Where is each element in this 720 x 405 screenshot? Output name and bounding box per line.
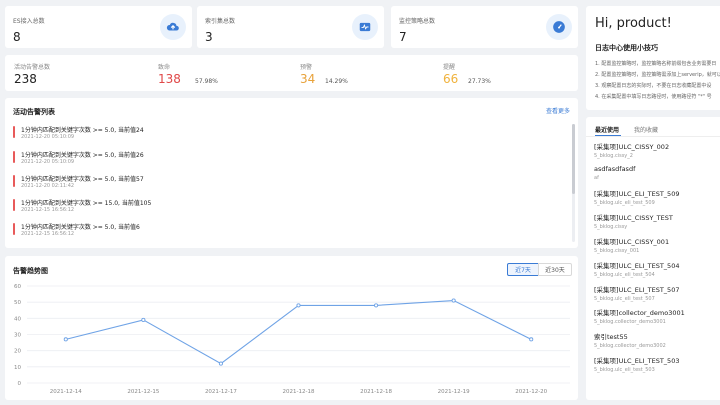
warn-label: 预警 (300, 64, 313, 71)
alarm-item[interactable]: 1分钟内匹配到关键字次数 >= 5.0, 当前值24 2021-12-20 05… (13, 125, 573, 145)
data-point (374, 303, 379, 308)
tip-line: 4. 在采集配置中填写日志路径时，使用路径符 "*" 号 (595, 94, 712, 100)
list-item[interactable]: [采集项]ULC_CISSY_TEST 5_bklog.cissy (594, 212, 673, 230)
alarm-time: 2021-12-20 02:11:42 (21, 183, 75, 189)
alarm-time: 2021-12-15 16:56:12 (21, 231, 75, 237)
list-item[interactable]: [采集项]ULC_CISSY_002 5_bklog.cissy_2 (594, 141, 669, 159)
remind-percent: 27.73% (468, 78, 491, 85)
stat-value: 3 (205, 30, 213, 44)
y-tick-label: 0 (18, 381, 22, 387)
y-tick-label: 60 (14, 284, 21, 290)
y-tick-label: 30 (14, 333, 21, 339)
gauge-icon (546, 14, 572, 40)
list-item[interactable]: [采集项]ULC_ELI_TEST_509 5_bklog.ulc_eli_tes… (594, 188, 679, 206)
alarm-list-card: 活动告警列表 查看更多 1分钟内匹配到关键字次数 >= 5.0, 当前值24 2… (5, 98, 578, 248)
alarm-text: 1分钟内匹配到关键字次数 >= 5.0, 当前值24 (21, 127, 144, 134)
list-item[interactable]: [采集项]ULC_ELI_TEST_503 5_bklog.ulc_eli_tes… (594, 355, 679, 373)
list-item[interactable]: [采集项]collector_demo3001 5_bklog.collector… (594, 307, 685, 325)
data-point (451, 298, 456, 303)
alarm-time: 2021-12-20 05:10:09 (21, 159, 75, 165)
tab-favorites[interactable]: 我的收藏 (634, 125, 658, 134)
severity-bar (13, 175, 15, 187)
stat-value: 8 (13, 30, 21, 44)
y-tick-label: 50 (14, 300, 21, 306)
tip-line: 3. 观察配置日志的实际时，不要在日志收藏配置中设 (595, 83, 712, 89)
data-point (529, 337, 534, 342)
trend-title: 告警趋势图 (13, 267, 48, 275)
total-value: 238 (14, 72, 37, 86)
stat-label: 索引集总数 (205, 18, 236, 25)
fatal-label: 致命 (158, 64, 171, 71)
list-item[interactable]: 索引test55 5_bklog.collector_demo3002 (594, 331, 666, 349)
alarm-text: 1分钟内匹配到关键字次数 >= 5.0, 当前值6 (21, 224, 140, 231)
monitor-wave-icon (352, 14, 378, 40)
severity-bar (13, 126, 15, 138)
list-item[interactable]: [采集项]ULC_CISSY_001 5_bklog.cissy_001 (594, 236, 669, 254)
alarm-item[interactable]: 1分钟内匹配到关键字次数 >= 15.0, 当前值105 2021-12-15 … (13, 198, 573, 218)
scrollbar[interactable] (572, 124, 575, 242)
data-point (218, 361, 223, 366)
x-tick-label: 2021-12-15 (127, 389, 159, 395)
x-tick-label: 2021-12-20 (515, 389, 547, 395)
greeting: Hi, product! (595, 16, 672, 31)
alarm-item[interactable]: 1分钟内匹配到关键字次数 >= 5.0, 当前值26 2021-12-20 05… (13, 150, 573, 170)
alarm-item[interactable]: 1分钟内匹配到关键字次数 >= 5.0, 当前值6 2021-12-15 16:… (13, 222, 573, 242)
fatal-percent: 57.98% (195, 78, 218, 85)
severity-bar (13, 151, 15, 163)
tip-line: 1. 配置监控策略时，监控策略名称前缀包含业务需要日 (595, 61, 717, 67)
upload-cloud-icon (160, 14, 186, 40)
alarm-item[interactable]: 1分钟内匹配到关键字次数 >= 5.0, 当前值57 2021-12-20 02… (13, 174, 573, 194)
alarm-list-title: 活动告警列表 (13, 108, 55, 116)
welcome-card: Hi, product! 日志中心使用小技巧 1. 配置监控策略时，监控策略名称… (586, 6, 720, 110)
alarm-trend-chart: 0 10 20 30 40 50 60 2021-12-14 2021-12-15 2021-12… (14, 284, 570, 395)
stat-card-strategy: 监控策略总数 7 (391, 6, 578, 48)
x-tick-label: 2021-12-14 (50, 389, 82, 395)
y-tick-label: 10 (14, 365, 21, 371)
warn-value: 34 (300, 72, 316, 86)
tab-recent[interactable]: 最近使用 (595, 125, 619, 134)
x-tick-label: 2021-12-18 (283, 389, 315, 395)
tip-line: 2. 配置监控策略时，监控策略需添加上serverip，就可以 (595, 72, 720, 78)
data-point (63, 337, 68, 342)
x-tick-label: 2021-12-19 (438, 389, 470, 395)
y-tick-label: 20 (14, 349, 21, 355)
severity-bar (13, 223, 15, 235)
stat-label: ES接入总数 (13, 18, 45, 25)
list-item[interactable]: asdfasdfasdf af (594, 165, 635, 181)
recent-card: 最近使用 我的收藏 [采集项]ULC_CISSY_002 5_bklog.ciss… (586, 117, 720, 400)
stat-value: 7 (399, 30, 407, 44)
alarm-summary: 活动告警总数 238 致命 138 57.98% 预警 34 14.29% 提醒… (5, 55, 578, 91)
alarm-text: 1分钟内匹配到关键字次数 >= 5.0, 当前值57 (21, 176, 144, 183)
last-7-days-button[interactable]: 近7天 (507, 263, 539, 276)
trend-card: 告警趋势图 近7天 近30天 0 10 20 30 40 50 60 2021-12-14 20… (5, 256, 578, 400)
remind-label: 提醒 (443, 64, 456, 71)
view-more-link[interactable]: 查看更多 (546, 106, 570, 115)
alarm-time: 2021-12-15 16:56:12 (21, 207, 75, 213)
last-30-days-button[interactable]: 近30天 (538, 263, 572, 276)
alarm-text: 1分钟内匹配到关键字次数 >= 15.0, 当前值105 (21, 200, 152, 207)
list-item[interactable]: [采集项]ULC_ELI_TEST_504 5_bklog.ulc_eli_tes… (594, 260, 679, 278)
y-tick-label: 40 (14, 316, 21, 322)
alarm-text: 1分钟内匹配到关键字次数 >= 5.0, 当前值26 (21, 152, 144, 159)
data-point (141, 317, 146, 323)
stat-card-index: 索引集总数 3 (197, 6, 384, 48)
x-tick-label: 2021-12-18 (360, 389, 392, 395)
tips-title: 日志中心使用小技巧 (595, 44, 658, 52)
severity-bar (13, 199, 15, 211)
x-tick-label: 2021-12-17 (205, 389, 237, 395)
scrollbar-thumb[interactable] (572, 124, 575, 194)
stat-card-es: ES接入总数 8 (5, 6, 192, 48)
data-point (296, 303, 301, 308)
warn-percent: 14.29% (325, 78, 348, 85)
tab-divider (586, 136, 720, 137)
stat-label: 监控策略总数 (399, 18, 436, 25)
total-label: 活动告警总数 (14, 64, 51, 71)
list-item[interactable]: [采集项]ULC_ELI_TEST_507 5_bklog.ulc_eli_tes… (594, 284, 679, 302)
fatal-value: 138 (158, 72, 181, 86)
series-line (65, 299, 532, 365)
alarm-time: 2021-12-20 05:10:09 (21, 134, 75, 140)
remind-value: 66 (443, 72, 459, 86)
